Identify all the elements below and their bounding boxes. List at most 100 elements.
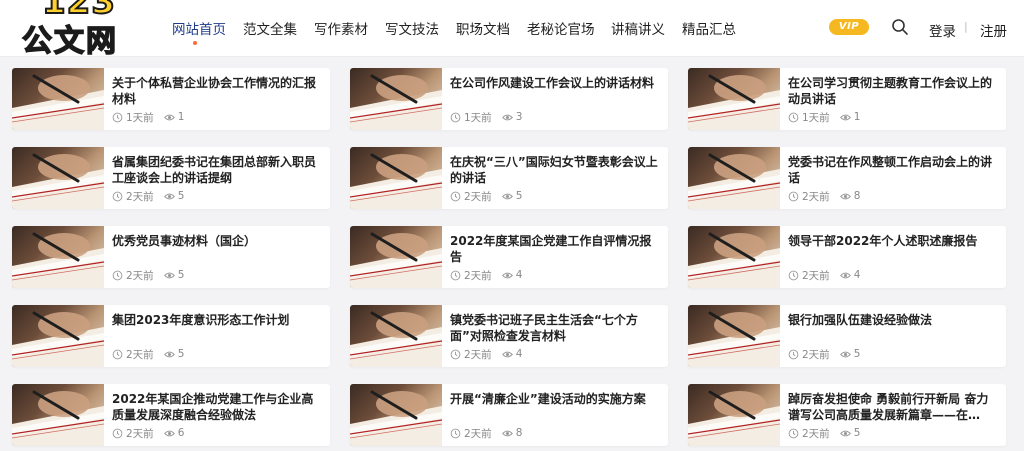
article-time: 2天前	[464, 427, 492, 440]
article-title[interactable]: 2022年度某国企党建工作自评情况报告	[450, 233, 660, 265]
article-title[interactable]: 省属集团纪委书记在集团总部新入职员工座谈会上的讲话提纲	[112, 154, 322, 186]
article-views: 1	[177, 111, 185, 123]
article-title[interactable]: 2022年某国企推动党建工作与企业高质量发展深度融合经验做法	[112, 391, 322, 423]
clock-icon	[112, 270, 126, 281]
eye-icon	[163, 112, 178, 123]
eye-icon	[501, 191, 516, 202]
article-meta: 2天前 4	[788, 268, 860, 282]
article-views: 6	[177, 427, 185, 439]
article-thumbnail[interactable]	[350, 226, 442, 288]
article-thumbnail[interactable]	[350, 384, 442, 446]
article-grid: 关于个体私营企业协会工作情况的汇报材料 1天前 1 在公司作风建设工作会议上的讲话材料…	[0, 0, 1024, 451]
eye-icon	[839, 112, 854, 123]
article-meta: 2天前 8	[788, 189, 860, 203]
article-views: 5	[515, 190, 523, 202]
clock-icon	[450, 428, 464, 439]
clock-icon	[788, 428, 802, 439]
article-title[interactable]: 在庆祝“三八”国际妇女节暨表彰会议上的讲话	[450, 154, 660, 186]
article-time: 1天前	[464, 111, 492, 124]
article-title[interactable]: 踔厉奋发担使命 勇毅前行开新局 奋力谱写公司高质量发展新篇章——在2023年度工…	[788, 391, 998, 423]
article-thumbnail[interactable]	[350, 68, 442, 130]
article-title[interactable]: 在公司学习贯彻主题教育工作会议上的动员讲话	[788, 75, 998, 107]
article-thumbnail[interactable]	[12, 68, 104, 130]
article-thumbnail[interactable]	[688, 226, 780, 288]
article-title[interactable]: 关于个体私营企业协会工作情况的汇报材料	[112, 75, 322, 107]
article-meta: 1天前 1	[788, 110, 860, 124]
article-card[interactable]: 在庆祝“三八”国际妇女节暨表彰会议上的讲话 2天前 5	[350, 147, 668, 209]
article-meta: 2天前 4	[450, 268, 522, 282]
article-time: 2天前	[126, 348, 154, 361]
article-thumbnail[interactable]	[688, 68, 780, 130]
article-thumbnail[interactable]	[350, 305, 442, 367]
article-time: 1天前	[802, 111, 830, 124]
eye-icon	[501, 349, 516, 360]
clock-icon	[450, 270, 464, 281]
article-title[interactable]: 银行加强队伍建设经验做法	[788, 312, 998, 328]
article-card[interactable]: 2022年某国企推动党建工作与企业高质量发展深度融合经验做法 2天前 6	[12, 384, 330, 446]
article-meta: 2天前 5	[112, 347, 184, 361]
article-views: 5	[853, 348, 861, 360]
article-title[interactable]: 领导干部2022年个人述职述廉报告	[788, 233, 998, 249]
article-meta: 2天前 5	[788, 347, 860, 361]
article-title[interactable]: 镇党委书记班子民主生活会“七个方面”对照检查发言材料	[450, 312, 660, 344]
article-card[interactable]: 在公司作风建设工作会议上的讲话材料 1天前 3	[350, 68, 668, 130]
clock-icon	[112, 349, 126, 360]
article-meta: 2天前 5	[788, 426, 860, 440]
article-meta: 2天前 5	[450, 189, 522, 203]
article-title[interactable]: 在公司作风建设工作会议上的讲话材料	[450, 75, 660, 91]
article-meta: 2天前 4	[450, 347, 522, 361]
clock-icon	[450, 191, 464, 202]
eye-icon	[839, 349, 854, 360]
article-title[interactable]: 优秀党员事迹材料（国企）	[112, 233, 322, 249]
article-time: 2天前	[126, 269, 154, 282]
article-views: 8	[853, 190, 861, 202]
article-thumbnail[interactable]	[688, 305, 780, 367]
clock-icon	[450, 112, 464, 123]
clock-icon	[788, 349, 802, 360]
article-title[interactable]: 集团2023年度意识形态工作计划	[112, 312, 322, 328]
article-thumbnail[interactable]	[12, 384, 104, 446]
article-card[interactable]: 领导干部2022年个人述职述廉报告 2天前 4	[688, 226, 1006, 288]
clock-icon	[788, 270, 802, 281]
eye-icon	[839, 428, 854, 439]
article-thumbnail[interactable]	[688, 147, 780, 209]
article-time: 2天前	[802, 427, 830, 440]
eye-icon	[501, 112, 516, 123]
article-time: 2天前	[464, 190, 492, 203]
article-meta: 2天前 5	[112, 189, 184, 203]
article-thumbnail[interactable]	[12, 226, 104, 288]
article-card[interactable]: 省属集团纪委书记在集团总部新入职员工座谈会上的讲话提纲 2天前 5	[12, 147, 330, 209]
article-views: 5	[177, 190, 185, 202]
eye-icon	[501, 270, 516, 281]
article-card[interactable]: 集团2023年度意识形态工作计划 2天前 5	[12, 305, 330, 367]
eye-icon	[163, 270, 178, 281]
article-thumbnail[interactable]	[688, 384, 780, 446]
article-card[interactable]: 镇党委书记班子民主生活会“七个方面”对照检查发言材料 2天前 4	[350, 305, 668, 367]
article-time: 2天前	[802, 348, 830, 361]
article-card[interactable]: 开展“清廉企业”建设活动的实施方案 2天前 8	[350, 384, 668, 446]
article-time: 1天前	[126, 111, 154, 124]
article-card[interactable]: 关于个体私营企业协会工作情况的汇报材料 1天前 1	[12, 68, 330, 130]
article-time: 2天前	[464, 348, 492, 361]
article-card[interactable]: 党委书记在作风整顿工作启动会上的讲话 2天前 8	[688, 147, 1006, 209]
article-thumbnail[interactable]	[12, 305, 104, 367]
article-thumbnail[interactable]	[12, 147, 104, 209]
article-title[interactable]: 党委书记在作风整顿工作启动会上的讲话	[788, 154, 998, 186]
article-views: 5	[177, 269, 185, 281]
clock-icon	[112, 428, 126, 439]
article-card[interactable]: 踔厉奋发担使命 勇毅前行开新局 奋力谱写公司高质量发展新篇章——在2023年度工…	[688, 384, 1006, 446]
article-time: 2天前	[126, 427, 154, 440]
article-views: 3	[515, 111, 523, 123]
article-title[interactable]: 开展“清廉企业”建设活动的实施方案	[450, 391, 660, 407]
article-card[interactable]: 2022年度某国企党建工作自评情况报告 2天前 4	[350, 226, 668, 288]
clock-icon	[112, 112, 126, 123]
eye-icon	[501, 428, 516, 439]
article-time: 2天前	[126, 190, 154, 203]
article-thumbnail[interactable]	[350, 147, 442, 209]
eye-icon	[163, 349, 178, 360]
article-views: 4	[515, 269, 523, 281]
eye-icon	[163, 428, 178, 439]
article-card[interactable]: 在公司学习贯彻主题教育工作会议上的动员讲话 1天前 1	[688, 68, 1006, 130]
article-card[interactable]: 优秀党员事迹材料（国企） 2天前 5	[12, 226, 330, 288]
article-card[interactable]: 银行加强队伍建设经验做法 2天前 5	[688, 305, 1006, 367]
